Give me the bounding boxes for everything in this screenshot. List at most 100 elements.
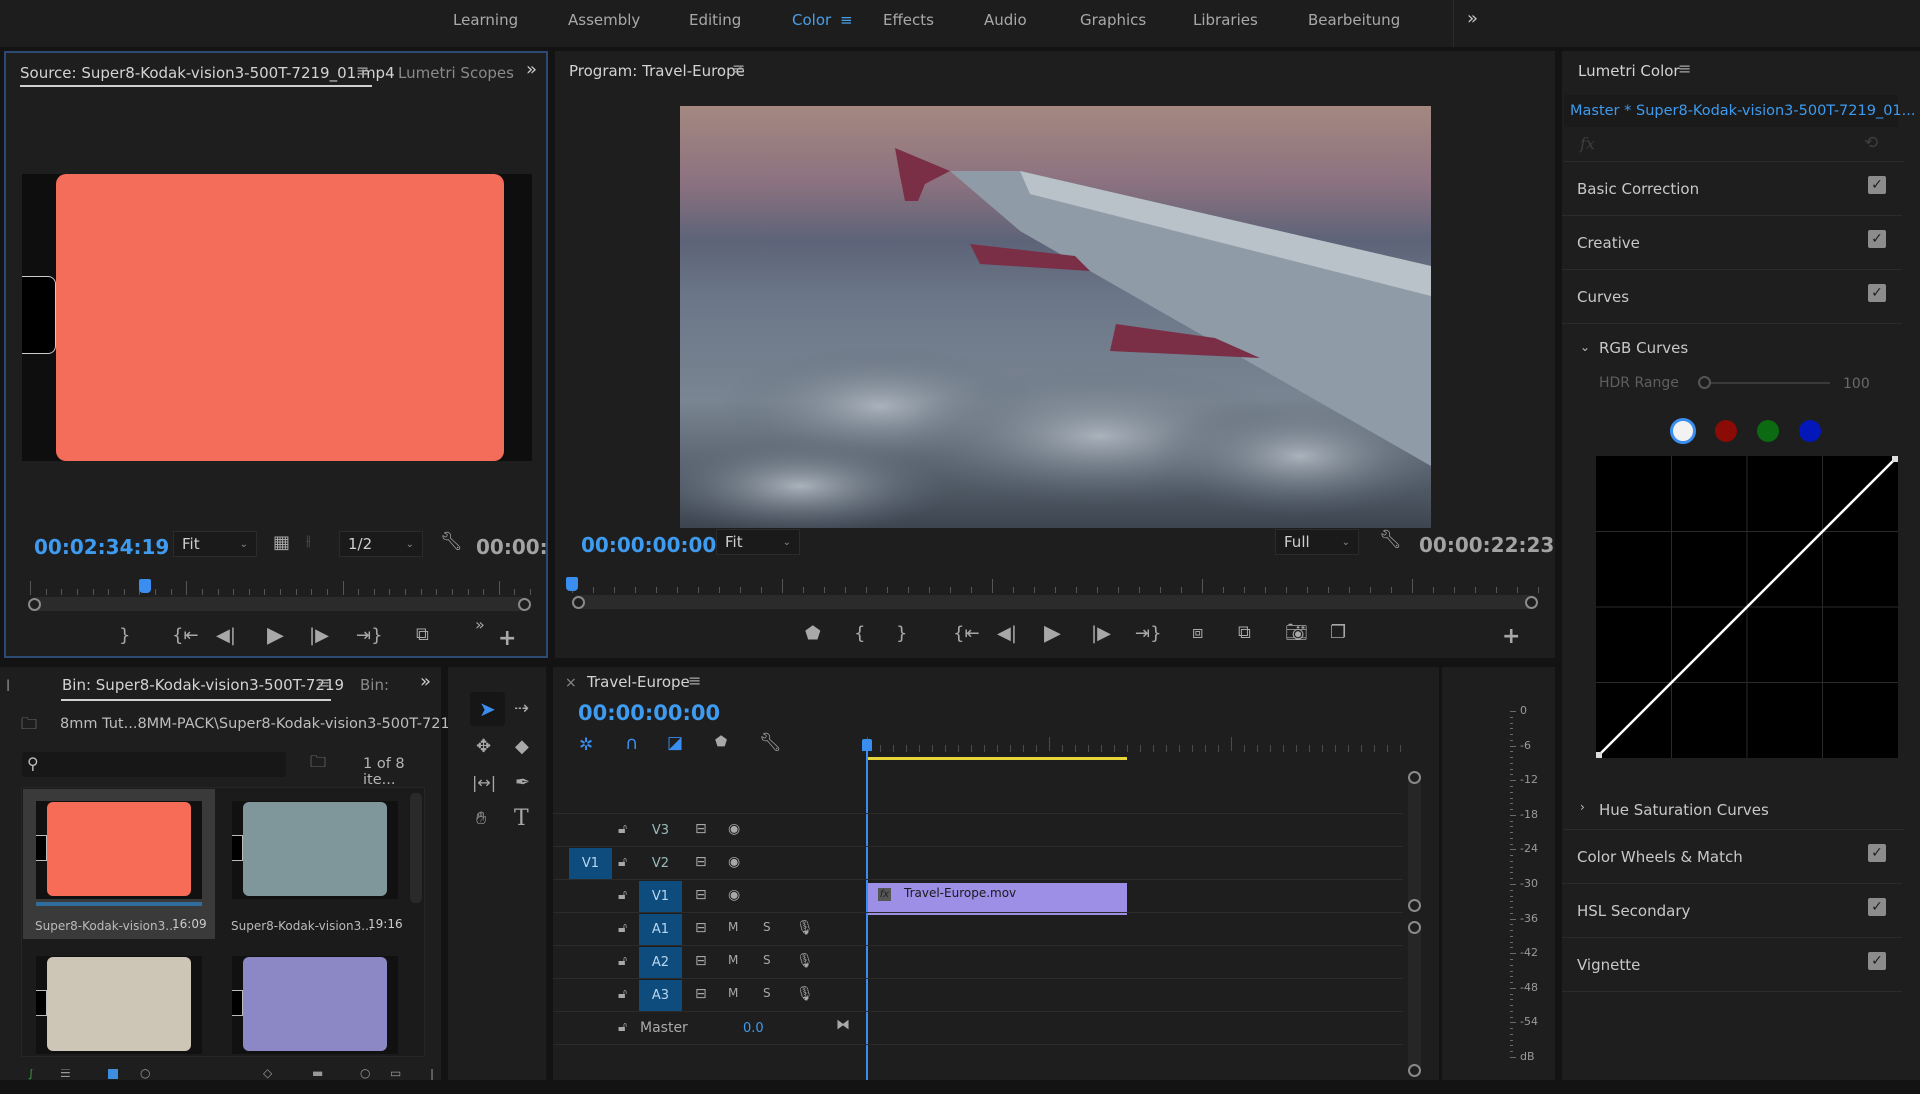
parent-folder-icon[interactable]: 🗀︎ (21, 716, 37, 732)
insert-icon[interactable]: ⧉ (416, 626, 429, 644)
lumetri-section-hsl-secondary[interactable]: HSL Secondary ✓ (1562, 884, 1902, 938)
drag-video-icon[interactable]: ▦ (273, 534, 290, 552)
razor-tool-icon[interactable]: ◆ (515, 738, 529, 756)
export-frame-icon[interactable]: 📷︎ (1285, 624, 1308, 642)
drag-audio-icon[interactable]: ⫲ (306, 534, 311, 548)
sync-lock-icon[interactable]: ⊟ (695, 953, 707, 969)
lock-icon[interactable]: 🔓︎ (618, 887, 627, 903)
section-enable-checkbox[interactable]: ✓ (1868, 844, 1886, 862)
work-area-bar[interactable] (867, 757, 1127, 760)
chevron-down-icon[interactable]: ⌄ (1580, 340, 1590, 354)
wrench-icon[interactable]: 🔧︎ (440, 533, 463, 551)
fx-bypass-icon[interactable]: fx (1580, 134, 1595, 153)
curve-channel-luma[interactable] (1670, 418, 1696, 444)
zoom-slider-icon[interactable]: ○ (140, 1069, 150, 1080)
workspace-tab-editing[interactable]: Editing (689, 11, 741, 29)
solo-button[interactable]: S (763, 920, 771, 934)
workspace-menu-icon[interactable]: ≡ (840, 11, 853, 29)
lumetri-section-curves[interactable]: Curves ✓ (1562, 270, 1902, 324)
more-workspaces-button[interactable]: » (1467, 10, 1478, 28)
sync-lock-icon[interactable]: ⊟ (695, 986, 707, 1002)
lock-icon[interactable]: 🔓︎ (618, 854, 627, 870)
section-enable-checkbox[interactable]: ✓ (1868, 898, 1886, 916)
curve-channel-blue[interactable] (1799, 420, 1821, 442)
lift-icon[interactable]: ⧈ (1192, 624, 1203, 642)
section-enable-checkbox[interactable]: ✓ (1868, 952, 1886, 970)
workspace-tab-libraries[interactable]: Libraries (1193, 11, 1258, 29)
lock-icon[interactable]: 🔓︎ (618, 821, 627, 837)
go-to-in-icon[interactable]: {⇤ (953, 625, 980, 643)
program-timecode[interactable]: 00:00:00:00 (581, 533, 716, 557)
step-forward-icon[interactable]: |▶︎ (1091, 625, 1111, 643)
workspace-tab-learning[interactable]: Learning (453, 11, 518, 29)
lock-icon[interactable]: 🔓︎ (618, 953, 627, 969)
new-bin-icon[interactable]: ▭ (390, 1069, 401, 1080)
playhead-handle[interactable] (566, 577, 578, 591)
hdr-range-handle[interactable] (1698, 376, 1711, 389)
workspace-tab-bearbeitung[interactable]: Bearbeitung (1308, 11, 1400, 29)
bin-search-input[interactable]: ⚲ (22, 752, 286, 777)
program-resolution-dropdown[interactable]: Full ⌄ (1275, 529, 1359, 555)
track-target-button[interactable]: A3 (639, 980, 682, 1011)
close-sequence-icon[interactable]: × (565, 675, 577, 691)
program-tab[interactable]: Program: Travel-Europe (569, 62, 745, 80)
source-tab[interactable]: Source: Super8-Kodak-vision3-500T-7219_0… (20, 64, 395, 82)
scroll-handle[interactable] (1408, 771, 1421, 784)
sort-icon[interactable]: ◇ (263, 1069, 272, 1080)
button-editor-icon[interactable]: + (1502, 626, 1520, 648)
add-marker-icon[interactable]: ⬟ (715, 735, 727, 749)
panel-menu-icon[interactable]: ≡ (356, 63, 369, 79)
curve-control-point[interactable] (1892, 456, 1898, 462)
toggle-output-eye-icon[interactable]: ◉ (728, 854, 740, 870)
go-to-in-icon[interactable]: {⇤ (172, 627, 199, 645)
workspace-tab-audio[interactable]: Audio (984, 11, 1027, 29)
bin-tab[interactable]: Bin: Super8-Kodak-vision3-500T-7219 (62, 676, 344, 694)
audio-track-scrollbar[interactable] (1408, 921, 1421, 1071)
new-item-icon[interactable]: | (430, 1069, 434, 1080)
playhead-handle[interactable] (862, 739, 872, 751)
track-select-tool-icon[interactable]: ⇢ (514, 700, 529, 718)
extract-icon[interactable]: ⧉ (1238, 624, 1251, 642)
mark-in-icon[interactable]: { (854, 625, 865, 643)
play-icon[interactable]: ▶︎ (1044, 623, 1061, 645)
source-zoom-scrollbar[interactable] (30, 597, 530, 611)
curve-control-point[interactable] (1596, 752, 1602, 758)
mark-out-icon[interactable]: } (896, 625, 907, 643)
automate-icon[interactable]: ▬ (312, 1069, 323, 1080)
scroll-handle-right[interactable] (518, 598, 531, 611)
list-view-icon[interactable]: ☰ (60, 1069, 71, 1080)
voice-over-mic-icon[interactable]: 🎙︎ (796, 953, 814, 969)
playhead-handle[interactable] (139, 579, 151, 593)
lock-icon[interactable]: ∫ (28, 1069, 34, 1080)
sync-lock-icon[interactable]: ⊟ (695, 887, 707, 903)
more-panels-icon[interactable]: » (420, 673, 431, 691)
program-zoom-scrollbar[interactable] (572, 595, 1538, 609)
bin-clip-item[interactable]: Super8-Kodak-vision3... 16:09 (23, 789, 215, 939)
add-marker-icon[interactable]: ⬟ (805, 625, 821, 643)
bin-scrollbar[interactable] (410, 793, 422, 903)
bin-tab-2[interactable]: Bin: (360, 676, 389, 694)
bin-clip-item[interactable]: Super8-Kodak-vision3... 19:16 (219, 789, 411, 939)
section-enable-checkbox[interactable]: ✓ (1868, 176, 1886, 194)
rgb-curve-graph[interactable] (1596, 456, 1898, 758)
pen-tool-icon[interactable]: ✒ (515, 774, 530, 792)
go-to-out-icon[interactable]: ⇥} (356, 627, 383, 645)
step-forward-icon[interactable]: |▶︎ (309, 627, 329, 645)
workspace-tab-color[interactable]: Color (792, 11, 831, 29)
sequence-tab[interactable]: Travel-Europe (587, 673, 690, 691)
toggle-output-eye-icon[interactable]: ◉ (728, 887, 740, 903)
timeline-timecode[interactable]: 00:00:00:00 (578, 701, 720, 725)
track-target-button[interactable]: A2 (639, 947, 682, 978)
sync-lock-icon[interactable]: ⊟ (695, 854, 707, 870)
scroll-handle[interactable] (1408, 921, 1421, 934)
clip-selector[interactable]: Master * Super8-Kodak-vision3-500T-7219_… (1564, 95, 1916, 127)
panel-menu-icon[interactable]: ≡ (317, 675, 330, 691)
more-buttons-icon[interactable]: » (475, 617, 485, 633)
wrench-icon[interactable]: 🔧︎ (1379, 531, 1402, 549)
source-patch-button[interactable]: V1 (569, 848, 612, 879)
track-target-button[interactable]: A1 (639, 914, 682, 945)
collapsed-tab[interactable]: l (6, 677, 10, 695)
lumetri-section-creative[interactable]: Creative ✓ (1562, 216, 1902, 270)
curve-channel-green[interactable] (1757, 420, 1779, 442)
scroll-handle[interactable] (1408, 1064, 1421, 1077)
